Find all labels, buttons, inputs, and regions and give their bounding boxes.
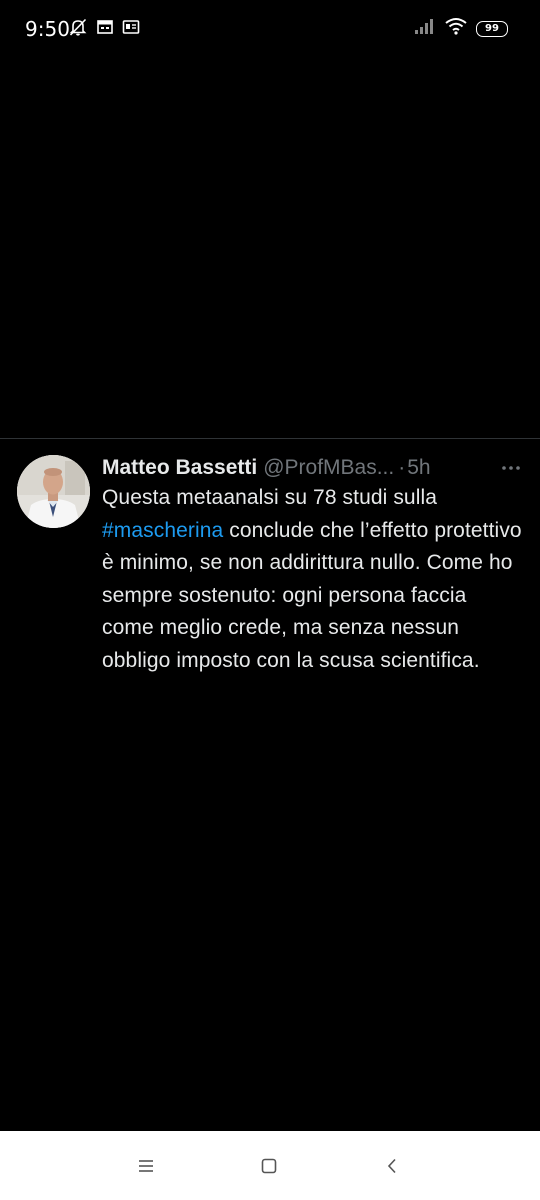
navigation-bar <box>0 1131 540 1200</box>
status-icons-left <box>68 17 140 42</box>
divider <box>0 438 540 439</box>
battery-icon: 99 <box>476 20 508 37</box>
back-icon[interactable] <box>379 1153 405 1179</box>
separator-dot: · <box>398 456 406 479</box>
menu-icon[interactable] <box>133 1153 159 1179</box>
tweet-text-before: Questa metaanalsi su 78 studi sulla <box>102 486 438 509</box>
signal-icon <box>414 17 436 40</box>
timestamp[interactable]: 5h <box>407 456 430 480</box>
status-time: 9:50 <box>25 17 70 41</box>
screen: 9:50 99 Matteo Bassetti @ProfMBas... · 5… <box>0 0 540 1200</box>
calendar-icon <box>96 18 114 41</box>
status-icons-right: 99 <box>414 17 508 40</box>
tweet-text: Questa metaanalsi su 78 studi sulla #mas… <box>102 482 522 677</box>
status-bar: 9:50 99 <box>0 0 540 56</box>
wifi-icon <box>444 17 468 40</box>
display-name[interactable]: Matteo Bassetti <box>102 456 257 480</box>
more-horizontal-icon[interactable] <box>500 459 522 477</box>
tweet-header: Matteo Bassetti @ProfMBas... · 5h <box>102 453 522 483</box>
notifications-off-icon <box>68 17 88 42</box>
hashtag-link[interactable]: #mascherina <box>102 519 223 542</box>
home-icon[interactable] <box>256 1153 282 1179</box>
news-icon <box>122 18 140 41</box>
avatar[interactable] <box>17 455 90 528</box>
user-handle[interactable]: @ProfMBas... <box>263 456 394 480</box>
